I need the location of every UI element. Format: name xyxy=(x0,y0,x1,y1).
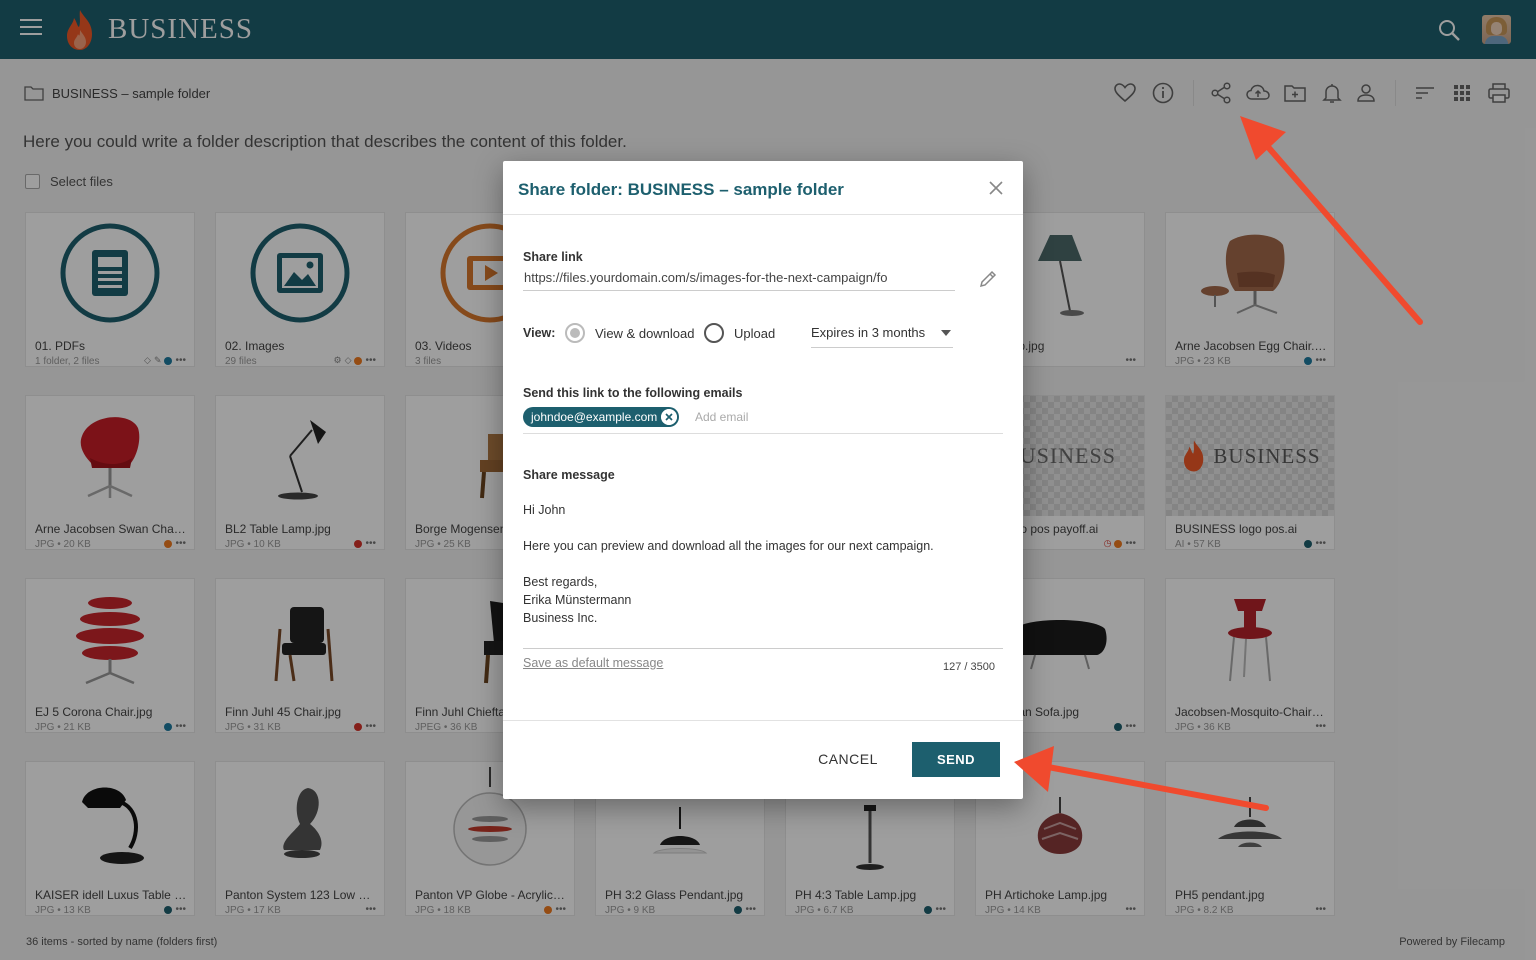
view-download-radio[interactable] xyxy=(565,323,585,343)
chevron-down-icon xyxy=(941,330,951,336)
message-line: Hi John xyxy=(523,503,566,517)
share-message-label: Share message xyxy=(523,468,615,482)
message-line: Business Inc. xyxy=(523,611,598,625)
share-link-label: Share link xyxy=(523,250,583,264)
message-line: Erika Münstermann xyxy=(523,593,632,607)
send-button[interactable]: SEND xyxy=(912,742,1000,777)
cancel-button[interactable]: CANCEL xyxy=(806,744,890,774)
edit-icon[interactable] xyxy=(976,267,1000,291)
close-icon[interactable] xyxy=(986,178,1006,198)
save-default-message-link[interactable]: Save as default message xyxy=(523,656,663,670)
remove-chip-icon[interactable] xyxy=(661,409,678,425)
email-chip-text: johndoe@example.com xyxy=(531,410,658,424)
share-message-textarea[interactable]: Hi John Here you can preview and downloa… xyxy=(523,501,1003,649)
view-options: View: View & download Upload Expires in … xyxy=(523,321,1003,348)
emails-label: Send this link to the following emails xyxy=(523,386,743,400)
message-line: Best regards, xyxy=(523,575,598,589)
message-line: Here you can preview and download all th… xyxy=(523,539,934,553)
character-counter: 127 / 3500 xyxy=(943,661,995,673)
email-recipients: johndoe@example.com xyxy=(523,405,1003,434)
email-chip[interactable]: johndoe@example.com xyxy=(523,407,680,427)
expires-value: Expires in 3 months xyxy=(811,325,926,340)
add-email-input[interactable] xyxy=(695,407,895,427)
share-folder-dialog: Share folder: BUSINESS – sample folder S… xyxy=(503,161,1023,799)
view-label: View: xyxy=(523,326,556,340)
expires-select[interactable]: Expires in 3 months xyxy=(811,321,953,348)
view-download-label[interactable]: View & download xyxy=(595,326,695,341)
share-link-field[interactable] xyxy=(523,267,955,291)
upload-radio[interactable] xyxy=(704,323,724,343)
dialog-title: Share folder: BUSINESS – sample folder xyxy=(518,180,844,199)
upload-label[interactable]: Upload xyxy=(734,326,775,341)
